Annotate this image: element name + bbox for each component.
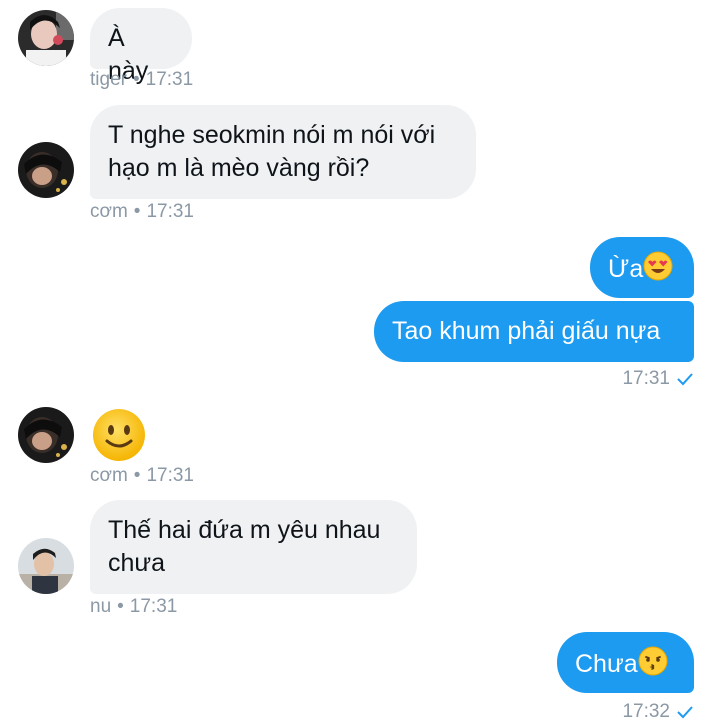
timestamp: 17:31 xyxy=(145,69,194,90)
message-meta-1: tiger • 17:31 xyxy=(90,68,193,92)
message-text: Ừa xyxy=(608,255,644,284)
separator: • xyxy=(117,596,124,617)
separator: • xyxy=(133,201,141,222)
sender-name: nu xyxy=(90,596,112,617)
timestamp: 17:31 xyxy=(146,201,194,222)
message-text: Tao khum phải giấu nựa xyxy=(392,317,661,345)
sender-name: cơm xyxy=(90,201,128,222)
message-meta-4: 17:31 xyxy=(622,367,694,391)
timestamp: 17:31 xyxy=(146,465,194,486)
avatar-com[interactable] xyxy=(18,142,74,198)
sender-name: tiger xyxy=(90,69,127,90)
sent-check-icon xyxy=(677,373,693,386)
sent-check-icon xyxy=(677,706,693,719)
message-meta-7: 17:32 xyxy=(622,700,694,724)
message-bubble-2[interactable]: T nghe seokmin nói m nói với hạo m là mè… xyxy=(90,105,476,199)
avatar-tiger[interactable] xyxy=(18,10,74,66)
avatar-nu[interactable] xyxy=(18,538,74,594)
avatar-com[interactable] xyxy=(18,407,74,463)
message-text: Thế hai đứa m yêu nhau chưa xyxy=(108,516,381,577)
message-meta-2: cơm • 17:31 xyxy=(90,200,194,224)
smiling-face-with-heart-eyes-icon xyxy=(643,251,673,290)
separator: • xyxy=(133,465,141,486)
timestamp: 17:31 xyxy=(129,596,178,617)
slightly-smiling-face-icon[interactable] xyxy=(92,408,146,462)
separator: • xyxy=(132,69,140,90)
timestamp: 17:32 xyxy=(622,701,670,722)
sender-name: cơm xyxy=(90,465,128,486)
timestamp: 17:31 xyxy=(622,368,670,389)
message-text: Chưa xyxy=(575,650,638,679)
message-text: T nghe seokmin nói m nói với hạo m là mè… xyxy=(108,121,436,182)
message-bubble-7[interactable]: Chưa xyxy=(557,632,694,693)
message-bubble-6[interactable]: Thế hai đứa m yêu nhau chưa xyxy=(90,500,417,594)
message-meta-5: cơm • 17:31 xyxy=(90,464,194,488)
message-bubble-3[interactable]: Ừa xyxy=(590,237,694,298)
message-bubble-4[interactable]: Tao khum phải giấu nựa xyxy=(374,301,694,362)
message-meta-6: nu • 17:31 xyxy=(90,595,177,619)
message-bubble-1[interactable]: À này xyxy=(90,8,192,85)
kissing-face-icon xyxy=(638,646,668,685)
